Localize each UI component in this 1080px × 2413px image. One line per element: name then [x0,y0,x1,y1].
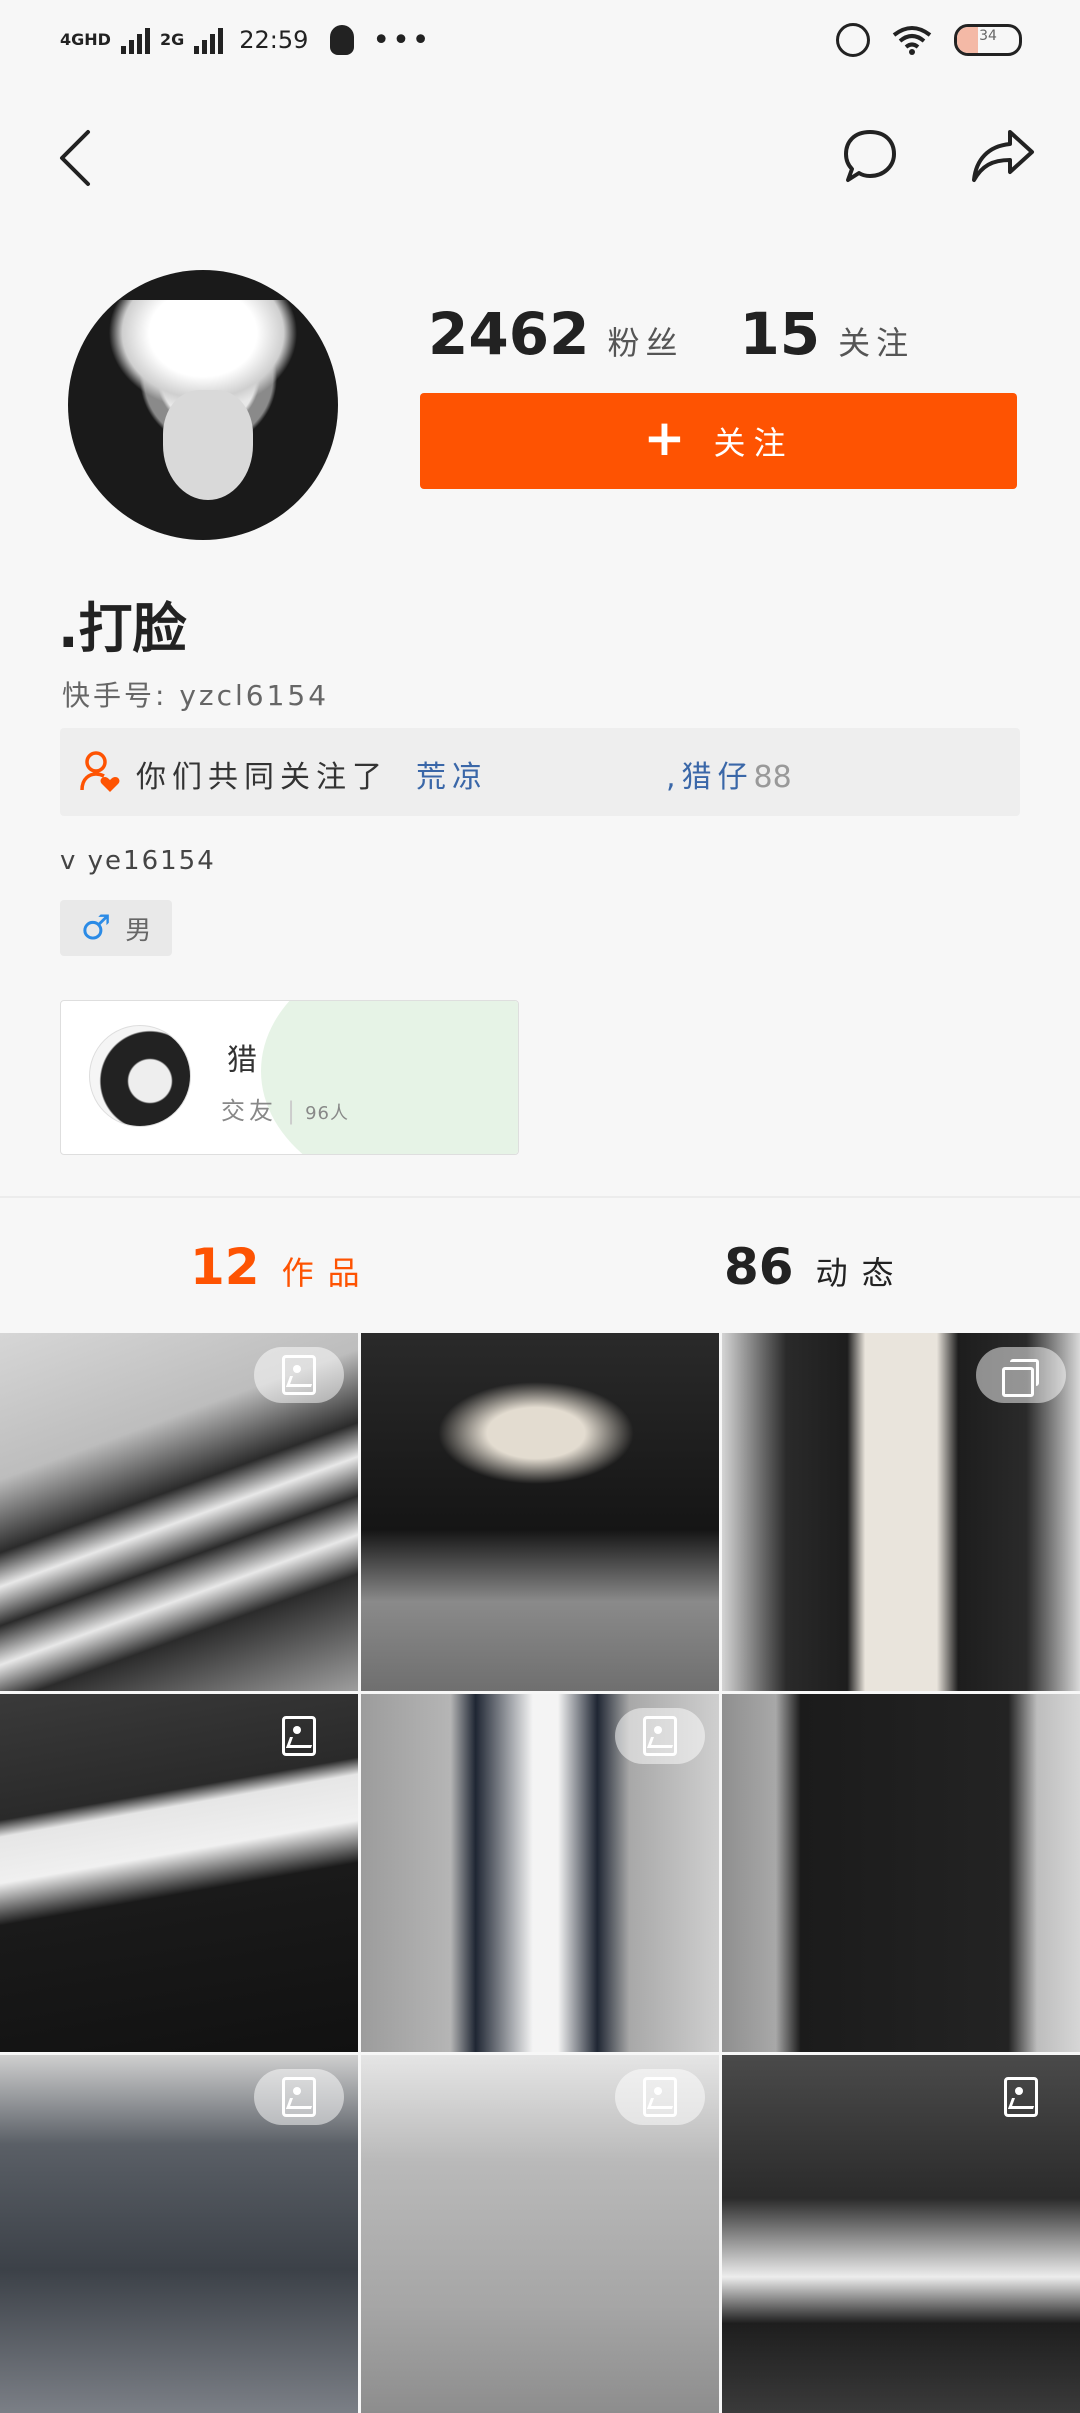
signal-icon-2 [194,26,224,54]
photo-badge [254,1708,344,1764]
mutual-users-icon [80,751,120,792]
mutual-prefix: 你们共同关注了 [136,760,388,795]
male-icon: ♂ [80,908,112,948]
group-avatar [89,1025,191,1127]
group-info: 交友 | 96人 [221,1097,349,1125]
following-label[interactable]: 关注 [838,318,914,364]
group-name: 猎 [227,1043,257,1078]
work-thumbnail[interactable] [722,1694,1080,2052]
tab-moments[interactable]: 86 动态 [724,1238,908,1296]
work-thumbnail[interactable] [0,1694,358,2052]
status-left: 4GHD 2G 22:59 ••• [60,18,431,62]
group-member-count: 96人 [305,1103,349,1124]
tab-works-count: 12 [190,1238,260,1296]
photo-badge [615,2069,705,2125]
tab-works[interactable]: 12 作品 [190,1238,374,1296]
photo-icon [282,2077,316,2117]
photo-badge [615,1708,705,1764]
work-thumbnail[interactable] [361,1333,719,1691]
work-thumbnail[interactable] [0,1333,358,1691]
network-type-1: 4GHD [60,30,111,49]
mutual-name-1[interactable]: 荒凉 [416,752,488,796]
photo-icon [643,2077,677,2117]
alarm-icon [836,23,870,57]
signal-icon [120,26,150,54]
wifi-icon [892,26,932,55]
fans-count[interactable]: 2462 [428,300,589,368]
avatar-face [163,390,253,500]
profile-tabs: 12 作品 86 动态 [0,1198,1080,1332]
status-bar: 4GHD 2G 22:59 ••• 34 [0,0,1080,80]
kuaishou-id: 快手号: yzcl6154 [62,679,330,712]
work-thumbnail[interactable] [722,1333,1080,1691]
photo-icon [282,1355,316,1395]
photo-badge [254,1347,344,1403]
plus-icon: + [643,409,694,467]
gender-tag: ♂ 男 [60,900,172,956]
follow-button[interactable]: + 关注 [420,393,1017,489]
share-arrow-icon[interactable] [970,128,1036,184]
battery-icon: 34 [954,24,1022,56]
tab-moments-count: 86 [724,1238,794,1296]
group-type: 交友 [221,1097,277,1125]
battery-level: 34 [979,28,997,44]
mutual-follow-banner[interactable]: 你们共同关注了 荒凉 ,猎仔88 [60,728,1020,816]
group-card-decoration [261,1001,518,1154]
works-grid [0,1333,1080,2413]
clock: 22:59 [239,26,309,54]
work-thumbnail[interactable] [361,2055,719,2413]
mutual-name-2[interactable]: ,猎仔88 [666,752,792,796]
mutual-name-2-deco: 88 [753,760,792,795]
multi-photo-icon [1002,1359,1040,1397]
message-bubble-icon[interactable] [842,128,898,184]
network-type-2: 2G [159,30,185,49]
tab-moments-label: 动态 [815,1254,908,1292]
mutual-name-2-text: ,猎仔 [666,760,754,795]
photo-icon [282,1716,316,1756]
profile-name: .打脸 [58,597,187,660]
photo-badge [254,2069,344,2125]
photo-badge [976,2069,1066,2125]
back-arrow-icon[interactable] [56,128,96,188]
work-thumbnail[interactable] [0,2055,358,2413]
avatar[interactable] [68,270,338,540]
follow-button-label: 关注 [713,424,794,462]
fans-label[interactable]: 粉丝 [607,318,683,364]
qq-penguin-icon [330,25,355,55]
more-notifications-icon: ••• [372,22,432,58]
photo-icon [643,1716,677,1756]
following-count[interactable]: 15 [739,300,820,368]
tab-works-label: 作品 [281,1254,374,1292]
group-card[interactable]: 猎 交友 | 96人 [60,1000,519,1155]
work-thumbnail[interactable] [722,2055,1080,2413]
status-right: 34 [836,18,1022,62]
work-thumbnail[interactable] [361,1694,719,2052]
photo-icon [1004,2077,1038,2117]
gender-label: 男 [125,915,152,946]
multi-photo-badge [976,1347,1066,1403]
bio: v ye16154 [60,846,216,876]
profile-stats: 2462 粉丝 15 关注 [428,300,914,380]
